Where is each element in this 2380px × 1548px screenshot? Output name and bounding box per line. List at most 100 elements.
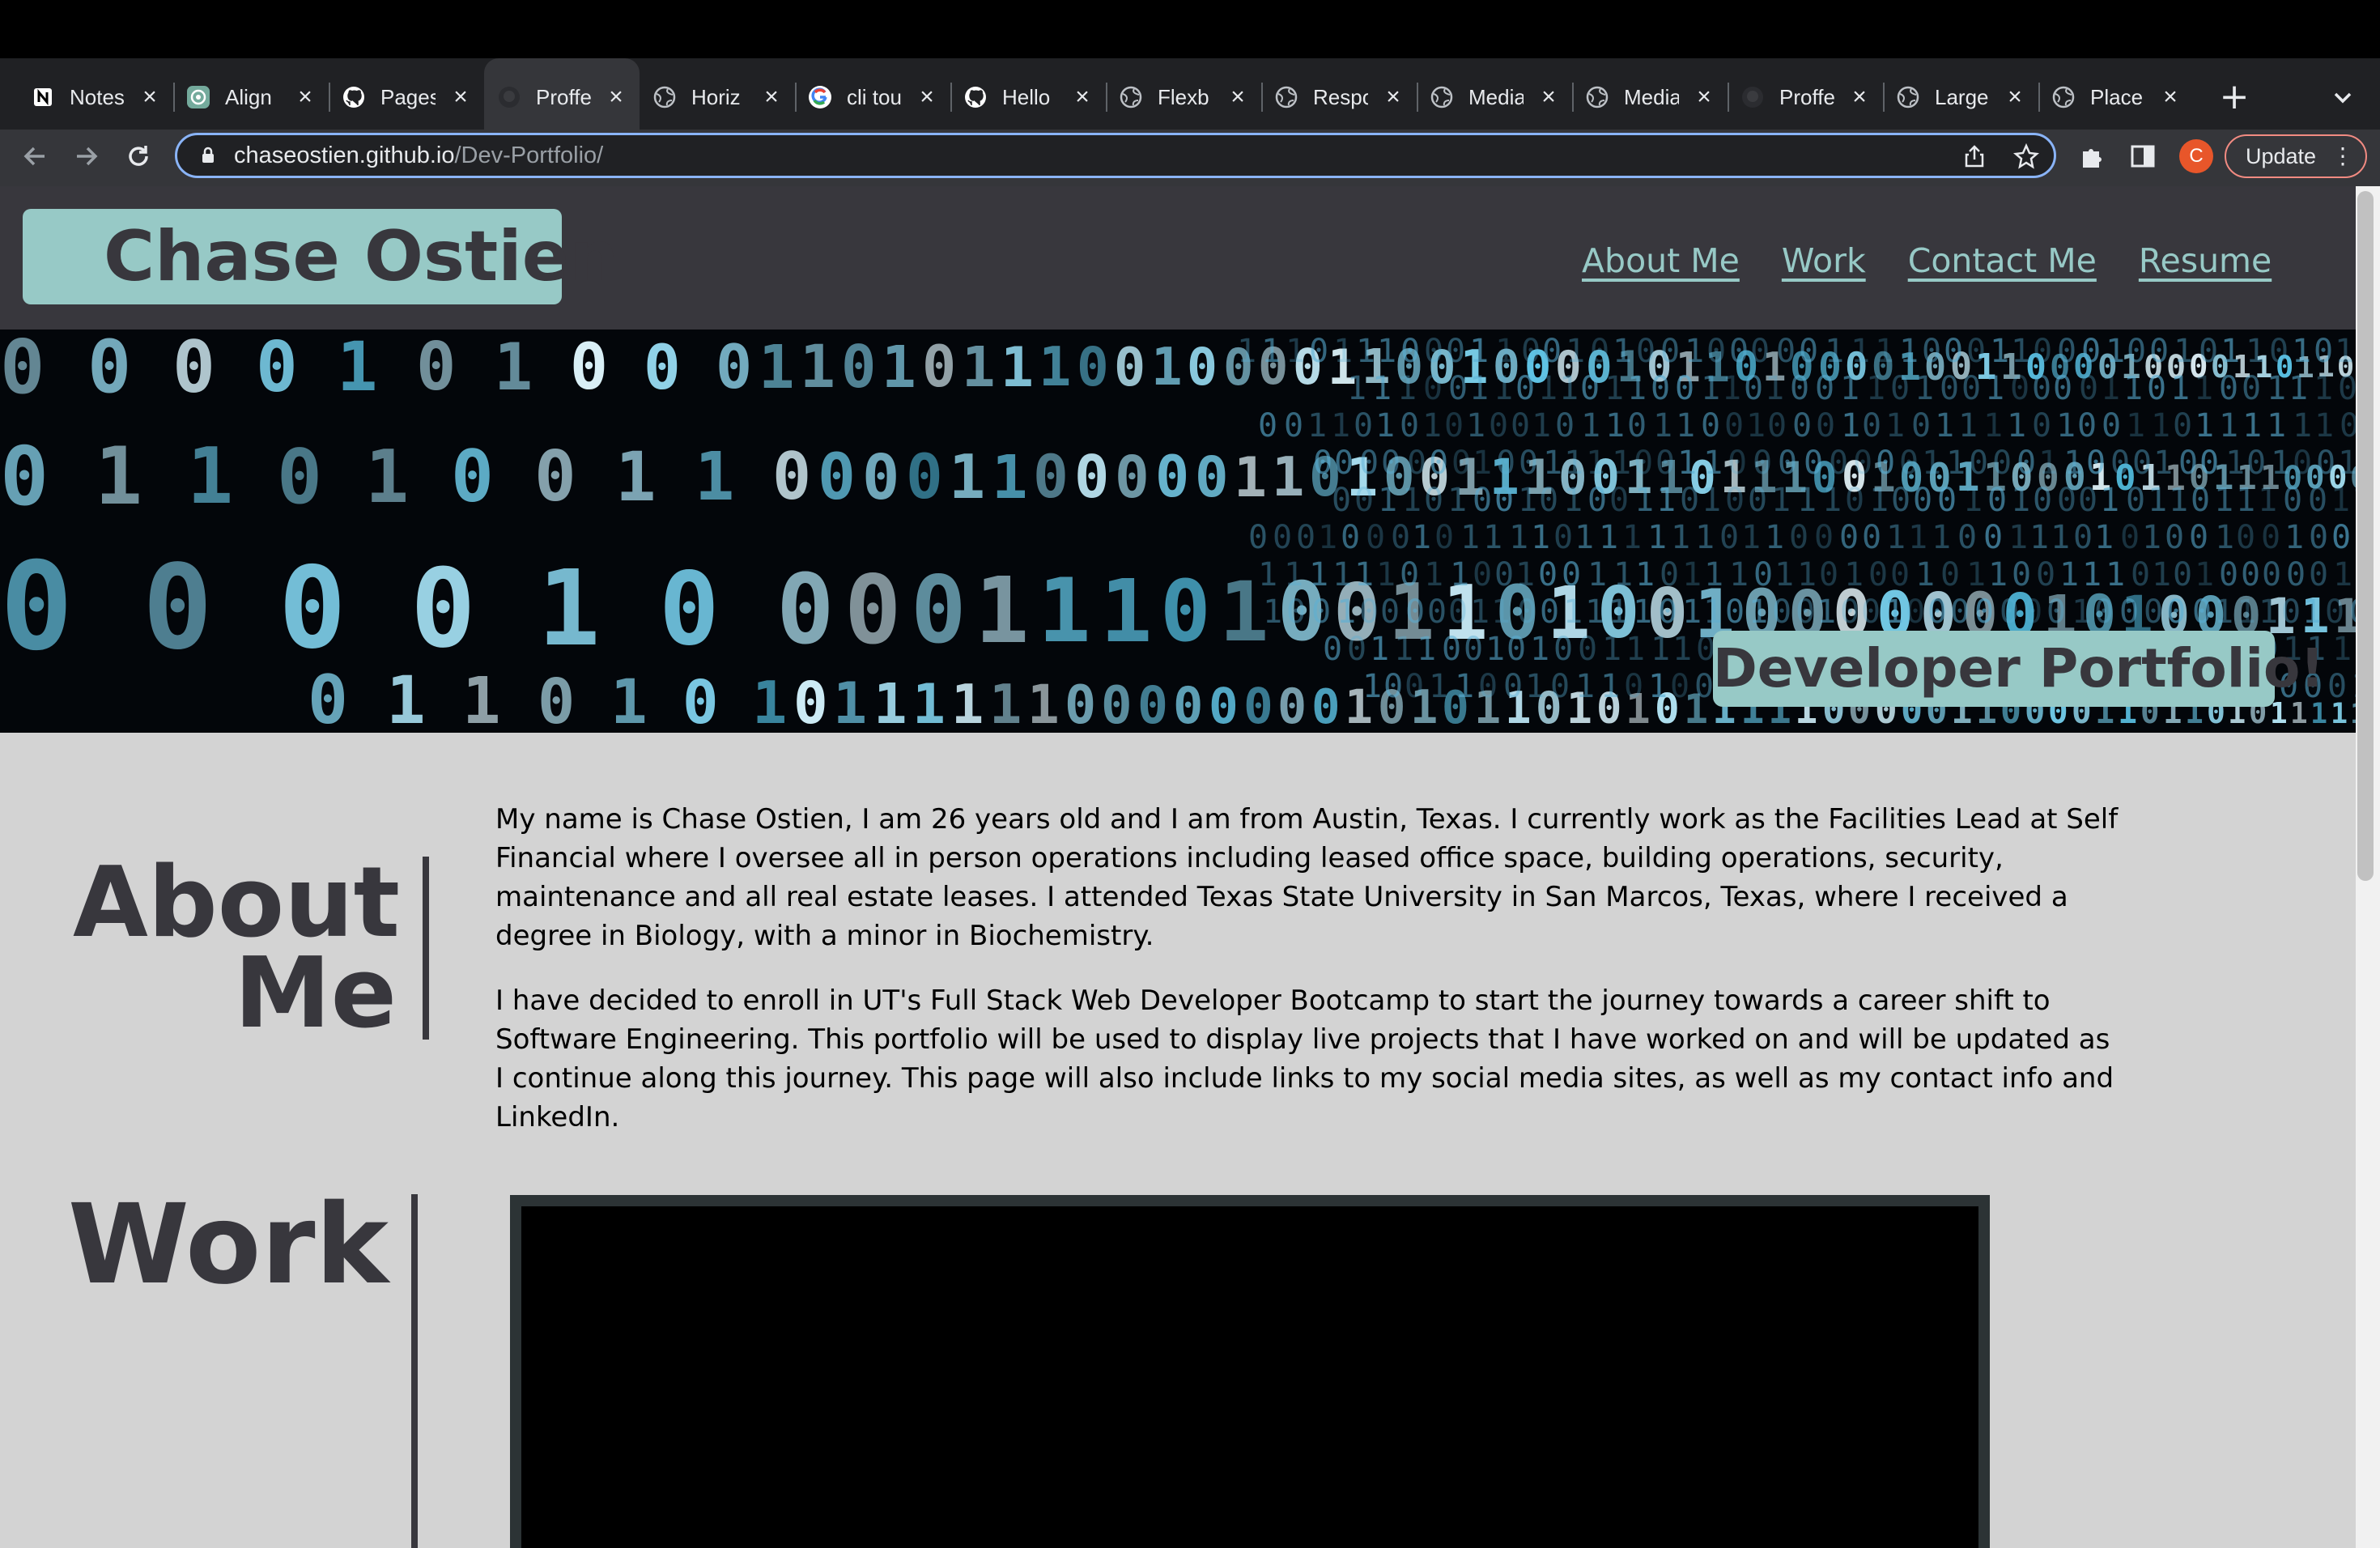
svg-text:1: 1 xyxy=(2106,556,2125,593)
svg-text:1: 1 xyxy=(1609,593,1628,631)
more-menu-icon[interactable]: ⋮ xyxy=(2331,144,2354,168)
close-icon[interactable]: × xyxy=(1694,85,1715,109)
svg-text:0: 0 xyxy=(1957,519,1977,556)
new-tab-button[interactable]: + xyxy=(2210,73,2259,121)
svg-text:0: 0 xyxy=(2119,593,2139,631)
site-logo: Chase Ostien xyxy=(23,209,618,304)
svg-text:1: 1 xyxy=(1627,370,1647,407)
close-icon[interactable]: × xyxy=(1072,85,1093,109)
svg-text:0: 0 xyxy=(2327,668,2347,705)
reload-icon[interactable] xyxy=(120,138,157,175)
svg-text:0: 0 xyxy=(1562,556,1581,593)
svg-text:1: 1 xyxy=(365,435,409,520)
back-arrow-icon[interactable] xyxy=(16,138,53,175)
svg-text:1: 1 xyxy=(1331,407,1350,444)
close-icon[interactable]: × xyxy=(916,85,937,109)
svg-text:0: 0 xyxy=(1311,593,1331,631)
chevron-down-icon[interactable] xyxy=(2327,81,2359,113)
svg-text:0: 0 xyxy=(1496,444,1515,482)
svg-text:1: 1 xyxy=(2007,407,2026,444)
svg-text:1: 1 xyxy=(1656,482,1676,519)
close-icon[interactable]: × xyxy=(450,85,471,109)
svg-text:0: 0 xyxy=(911,556,967,664)
close-icon[interactable]: × xyxy=(2160,85,2181,109)
nav-link-work[interactable]: Work xyxy=(1782,241,1866,298)
nav-link-resume[interactable]: Resume xyxy=(2139,241,2272,298)
scrollbar-thumb[interactable] xyxy=(2357,191,2374,881)
svg-text:0: 0 xyxy=(1891,482,1910,519)
globe-icon xyxy=(1430,85,1454,109)
browser-tab[interactable]: Hello × xyxy=(950,58,1106,136)
close-icon[interactable]: × xyxy=(295,85,316,109)
browser-tab[interactable]: Media × xyxy=(1417,58,1572,136)
svg-text:1: 1 xyxy=(1682,593,1702,631)
svg-text:1: 1 xyxy=(1100,562,1152,662)
svg-text:0: 0 xyxy=(2147,370,2166,407)
svg-text:0: 0 xyxy=(1173,676,1203,733)
svg-text:0: 0 xyxy=(1776,333,1796,370)
side-panel-icon[interactable] xyxy=(2126,139,2160,173)
svg-text:0: 0 xyxy=(1424,482,1443,519)
browser-tab[interactable]: Align × xyxy=(173,58,329,136)
svg-text:0: 0 xyxy=(1405,593,1425,631)
svg-text:0: 0 xyxy=(862,442,899,514)
svg-text:1: 1 xyxy=(1532,407,1551,444)
browser-tab[interactable]: Media × xyxy=(1572,58,1728,136)
browser-tab[interactable]: Place × xyxy=(2038,58,2194,136)
svg-text:1: 1 xyxy=(1983,407,2003,444)
extensions-puzzle-icon[interactable] xyxy=(2076,139,2110,173)
close-icon[interactable]: × xyxy=(1849,85,1870,109)
browser-tab[interactable]: Notes × xyxy=(18,58,173,136)
work-project-preview[interactable] xyxy=(510,1195,1990,1548)
browser-tab-active[interactable]: Proffe × xyxy=(484,58,640,136)
svg-text:0: 0 xyxy=(1580,370,1600,407)
svg-text:1: 1 xyxy=(1397,370,1417,407)
update-button[interactable]: Update ⋮ xyxy=(2225,134,2367,178)
share-icon[interactable] xyxy=(1959,141,1990,172)
profile-avatar[interactable]: C xyxy=(2179,139,2213,173)
nav-link-about-me[interactable]: About Me xyxy=(1582,241,1740,298)
svg-text:0: 0 xyxy=(1744,370,1763,407)
svg-text:1: 1 xyxy=(1685,333,1704,370)
svg-text:0: 0 xyxy=(1906,593,1925,631)
address-bar[interactable]: chaseostien.github.io/Dev-Portfolio/ xyxy=(175,133,2056,178)
svg-text:1: 1 xyxy=(1886,519,1906,556)
bookmark-star-icon[interactable] xyxy=(2011,141,2042,172)
close-icon[interactable]: × xyxy=(1227,85,1248,109)
svg-text:1: 1 xyxy=(2142,519,2161,556)
browser-tab[interactable]: Flexb × xyxy=(1106,58,1261,136)
svg-text:1: 1 xyxy=(1701,370,1720,407)
close-icon[interactable]: × xyxy=(761,85,782,109)
browser-tab[interactable]: Large × xyxy=(1883,58,2038,136)
close-icon[interactable]: × xyxy=(1538,85,1559,109)
close-icon[interactable]: × xyxy=(1383,85,1404,109)
forward-arrow-icon[interactable] xyxy=(68,138,105,175)
svg-text:0: 0 xyxy=(2046,593,2066,631)
browser-tab[interactable]: Respo × xyxy=(1261,58,1417,136)
svg-text:1: 1 xyxy=(1749,593,1768,631)
svg-text:0: 0 xyxy=(2246,444,2266,482)
globe-icon xyxy=(1585,85,1609,109)
svg-text:0: 0 xyxy=(1655,444,1675,482)
nav-link-contact-me[interactable]: Contact Me xyxy=(1908,241,2097,298)
svg-text:1: 1 xyxy=(1653,407,1672,444)
svg-text:0: 0 xyxy=(2281,593,2301,631)
work-divider xyxy=(411,1194,418,1548)
browser-tab[interactable]: cli tou × xyxy=(795,58,950,136)
svg-text:1: 1 xyxy=(1494,370,1513,407)
tab-title: Align xyxy=(225,84,272,109)
svg-text:1: 1 xyxy=(975,559,1029,664)
browser-tab[interactable]: Proffe × xyxy=(1728,58,1883,136)
close-icon[interactable]: × xyxy=(139,85,160,109)
svg-text:1: 1 xyxy=(1525,668,1545,705)
browser-tab[interactable]: Horiz × xyxy=(640,58,795,136)
svg-text:1: 1 xyxy=(2038,444,2058,482)
svg-text:0: 0 xyxy=(1347,631,1366,668)
browser-tab[interactable]: Pages × xyxy=(329,58,484,136)
svg-text:0: 0 xyxy=(1816,407,1835,444)
tab-title: Place xyxy=(2090,84,2144,109)
svg-text:1: 1 xyxy=(800,333,835,402)
close-icon[interactable]: × xyxy=(2004,85,2025,109)
globe-icon xyxy=(1896,85,1920,109)
close-icon[interactable]: × xyxy=(606,85,627,109)
